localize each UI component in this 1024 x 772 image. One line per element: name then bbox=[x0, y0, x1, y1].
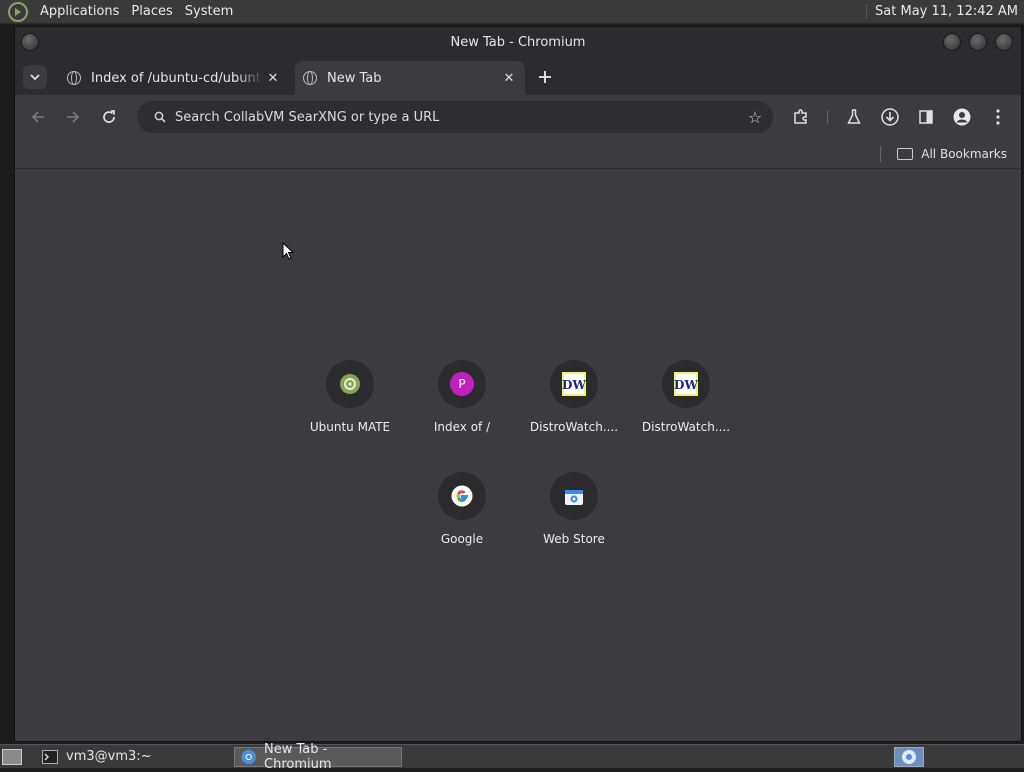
toolbar-separator bbox=[827, 110, 828, 124]
close-window-button[interactable] bbox=[995, 33, 1013, 51]
search-icon bbox=[145, 111, 175, 123]
show-desktop-icon[interactable] bbox=[2, 748, 22, 765]
menu-system[interactable]: System bbox=[185, 4, 233, 19]
arrow-left-icon bbox=[31, 111, 44, 123]
tab-index-ubuntu[interactable]: Index of /ubuntu-cd/ubuntu-m ✕ bbox=[59, 61, 289, 95]
clock[interactable]: Sat May 11, 12:42 AM bbox=[866, 4, 1018, 19]
reload-icon bbox=[103, 110, 115, 123]
ubuntu-mate-icon bbox=[340, 374, 360, 394]
shortcut-web-store[interactable]: Web Store bbox=[524, 472, 624, 546]
browser-toolbar: Search CollabVM SearXNG or type a URL ☆ bbox=[15, 95, 1021, 139]
top-panel: Applications Places System Sat May 11, 1… bbox=[0, 0, 1024, 24]
task-label: vm3@vm3:~ bbox=[66, 749, 152, 764]
mate-logo-icon[interactable] bbox=[8, 1, 28, 22]
chromium-icon bbox=[902, 750, 916, 764]
bookmark-star-icon[interactable]: ☆ bbox=[737, 108, 773, 127]
web-store-icon bbox=[565, 490, 583, 505]
extensions-icon[interactable] bbox=[786, 102, 816, 132]
shortcut-distrowatch-2[interactable]: DW DistroWatch.... bbox=[636, 360, 736, 434]
shortcut-label: DistroWatch.... bbox=[641, 420, 731, 434]
minimize-button[interactable] bbox=[943, 33, 961, 51]
window-titlebar[interactable]: New Tab - Chromium bbox=[15, 27, 1021, 57]
tab-title: New Tab bbox=[327, 70, 382, 86]
new-tab-page: Ubuntu MATE P Index of / DW DistroWatch.… bbox=[15, 170, 1021, 741]
profile-avatar-icon[interactable] bbox=[947, 102, 977, 132]
chevron-down-icon bbox=[30, 74, 40, 80]
shortcut-icon-circle bbox=[438, 472, 486, 520]
task-label: New Tab - Chromium bbox=[264, 741, 332, 772]
google-icon bbox=[451, 485, 473, 507]
downloads-icon[interactable] bbox=[875, 102, 905, 132]
shortcut-icon-circle: DW bbox=[550, 360, 598, 408]
back-button[interactable] bbox=[23, 102, 53, 132]
new-tab-button[interactable] bbox=[533, 65, 557, 89]
menu-places[interactable]: Places bbox=[131, 4, 172, 19]
task-chromium[interactable]: New Tab - Chromium bbox=[233, 742, 402, 772]
distrowatch-icon: DW bbox=[562, 372, 586, 396]
browser-window: New Tab - Chromium Index of /ubuntu-cd/u… bbox=[14, 26, 1022, 742]
terminal-icon bbox=[42, 749, 58, 764]
all-bookmarks-button[interactable]: All Bookmarks bbox=[921, 147, 1007, 161]
shortcut-index-of[interactable]: P Index of / bbox=[412, 360, 512, 434]
shortcut-ubuntu-mate[interactable]: Ubuntu MATE bbox=[300, 360, 400, 434]
forward-button[interactable] bbox=[58, 102, 88, 132]
arrow-right-icon bbox=[67, 111, 80, 123]
distrowatch-icon: DW bbox=[674, 372, 698, 396]
bottom-panel: vm3@vm3:~ New Tab - Chromium bbox=[0, 742, 1024, 772]
chromium-icon bbox=[241, 749, 256, 764]
shortcut-distrowatch-1[interactable]: DW DistroWatch.... bbox=[524, 360, 624, 434]
tab-title: Index of /ubuntu-cd/ubuntu-m bbox=[91, 70, 263, 86]
shortcut-label: Web Store bbox=[543, 532, 605, 546]
window-menu-button[interactable] bbox=[21, 33, 39, 51]
task-terminal[interactable]: vm3@vm3:~ bbox=[36, 747, 158, 767]
side-panel-icon[interactable] bbox=[911, 102, 941, 132]
workspace-switcher[interactable] bbox=[894, 747, 924, 767]
shortcut-label: Index of / bbox=[433, 420, 491, 434]
svg-text:DW: DW bbox=[562, 378, 586, 392]
labs-flask-icon[interactable] bbox=[839, 102, 869, 132]
more-menu-icon[interactable] bbox=[983, 102, 1013, 132]
mouse-cursor-icon bbox=[282, 242, 294, 260]
window-title: New Tab - Chromium bbox=[450, 34, 586, 50]
shortcut-icon-circle bbox=[326, 360, 374, 408]
shortcut-icon-circle: DW bbox=[662, 360, 710, 408]
shortcut-icon-circle bbox=[550, 472, 598, 520]
tab-strip: Index of /ubuntu-cd/ubuntu-m ✕ New Tab ✕ bbox=[15, 57, 1021, 95]
bookmarks-separator bbox=[880, 145, 882, 162]
address-placeholder: Search CollabVM SearXNG or type a URL bbox=[175, 109, 440, 125]
shortcut-icon-circle: P bbox=[438, 360, 486, 408]
tab-search-dropdown[interactable] bbox=[23, 65, 47, 89]
shortcut-google[interactable]: Google bbox=[412, 472, 512, 546]
plus-icon bbox=[539, 71, 551, 83]
folder-icon bbox=[897, 147, 914, 160]
tab-close-icon[interactable]: ✕ bbox=[499, 71, 519, 86]
letter-p-icon: P bbox=[450, 372, 474, 396]
shortcut-label: Ubuntu MATE bbox=[309, 420, 391, 434]
shortcut-label: Google bbox=[440, 532, 484, 546]
bookmarks-bar: All Bookmarks bbox=[15, 139, 1021, 169]
tab-new-tab[interactable]: New Tab ✕ bbox=[295, 61, 525, 95]
shortcut-label: DistroWatch.... bbox=[529, 420, 619, 434]
tab-close-icon[interactable]: ✕ bbox=[263, 71, 283, 86]
svg-text:DW: DW bbox=[674, 378, 698, 392]
reload-button[interactable] bbox=[94, 102, 124, 132]
maximize-button[interactable] bbox=[969, 33, 987, 51]
globe-icon bbox=[67, 71, 81, 85]
menu-applications[interactable]: Applications bbox=[40, 4, 119, 19]
globe-icon bbox=[303, 71, 317, 85]
address-bar[interactable]: Search CollabVM SearXNG or type a URL ☆ bbox=[137, 101, 773, 133]
